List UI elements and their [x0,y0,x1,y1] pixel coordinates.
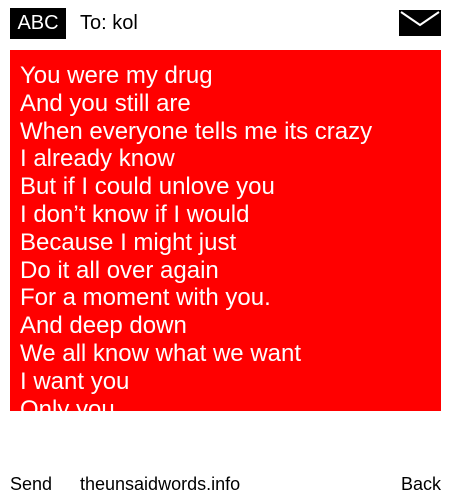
site-link[interactable]: theunsaidwords.info [80,470,240,498]
message-line: And you still are [20,89,191,117]
softkey-bar: Send theunsaidwords.info Back [0,470,450,498]
message-body[interactable]: You were my drug And you still are When … [10,50,441,411]
envelope-icon [399,10,441,36]
input-mode-badge[interactable]: ABC [10,8,66,39]
message-line: Because I might just [20,228,237,256]
message-line: And deep down [20,312,187,340]
message-line: I already know [20,145,175,173]
message-line: Do it all over again [20,256,219,284]
recipient-label: To: kol [80,12,138,34]
back-button[interactable]: Back [401,470,441,498]
message-line: Only you [20,395,115,411]
send-button[interactable]: Send [10,470,52,498]
message-screen: ABC To: kol You were my drug And you sti… [0,0,450,500]
message-line: When everyone tells me its crazy [20,117,373,145]
message-line: You were my drug [20,62,213,89]
message-lines: You were my drug And you still are When … [20,62,437,411]
message-line: For a moment with you. [20,284,271,312]
message-line: We all know what we want [20,339,302,367]
message-line: I want you [20,367,130,395]
message-line: But if I could unlove you [20,173,275,201]
message-line: I don’t know if I would [20,200,250,228]
header-bar: ABC To: kol [10,8,441,39]
